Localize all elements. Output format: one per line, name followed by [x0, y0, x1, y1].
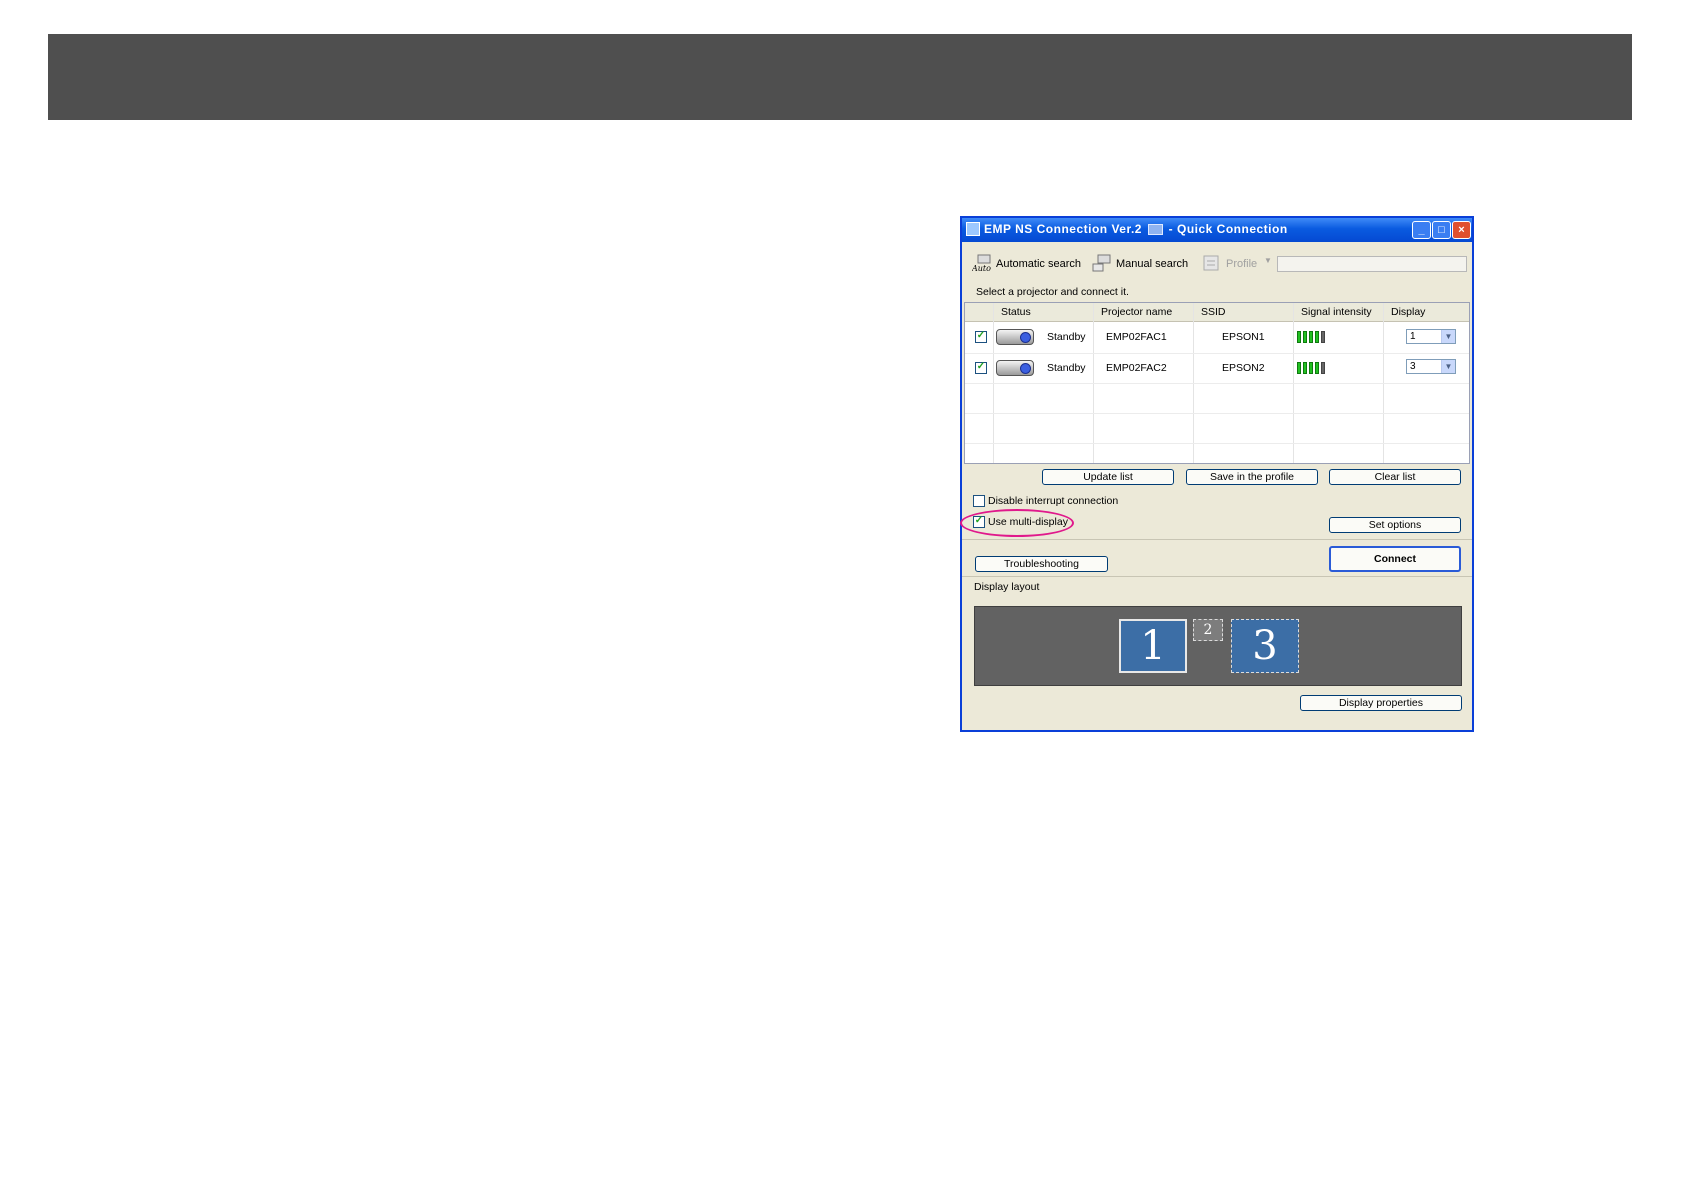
display-select[interactable]: 3 ▼: [1406, 359, 1456, 374]
display-2-tile[interactable]: 2: [1193, 619, 1223, 641]
troubleshooting-button[interactable]: Troubleshooting: [975, 556, 1108, 572]
display-3-tile[interactable]: 3: [1231, 619, 1299, 673]
window-title: EMP NS Connection Ver.2 - Quick Connecti…: [984, 222, 1288, 236]
signal-bar: [1303, 331, 1307, 343]
window-title-app: EMP NS Connection Ver.2: [984, 222, 1142, 236]
row-projector-name: EMP02FAC2: [1106, 362, 1167, 374]
projector-icon: [996, 360, 1034, 376]
display-select-value: 3: [1410, 361, 1416, 372]
row-divider: [965, 443, 1469, 444]
profile-path-field: [1277, 256, 1467, 272]
signal-bar: [1309, 362, 1313, 374]
column-status[interactable]: Status: [1001, 306, 1031, 318]
section-divider: [962, 576, 1472, 577]
automatic-search-button[interactable]: Automatic search: [996, 258, 1081, 278]
disable-interrupt-label[interactable]: Disable interrupt connection: [988, 495, 1118, 507]
close-button[interactable]: ×: [1452, 221, 1471, 239]
signal-bar: [1315, 362, 1319, 374]
display-properties-button[interactable]: Display properties: [1300, 695, 1462, 711]
callout-highlight: [960, 509, 1074, 537]
chevron-down-icon[interactable]: ▼: [1441, 360, 1455, 373]
app-icon: [966, 222, 980, 236]
row-divider: [965, 383, 1469, 384]
projector-list-header: Status Projector name SSID Signal intens…: [965, 303, 1469, 322]
flag-icon: [1147, 224, 1163, 236]
section-divider: [962, 539, 1472, 540]
window-titlebar[interactable]: EMP NS Connection Ver.2 - Quick Connecti…: [962, 218, 1472, 242]
row-checkbox[interactable]: ✓: [975, 330, 987, 343]
profile-button: Profile: [1226, 258, 1258, 270]
display-layout-area[interactable]: 1 2 3: [974, 606, 1462, 686]
instruction-text: Select a projector and connect it.: [976, 286, 1129, 298]
page-header-banner: [48, 34, 1632, 120]
signal-bar: [1309, 331, 1313, 343]
column-ssid[interactable]: SSID: [1201, 306, 1226, 318]
signal-bar: [1297, 362, 1301, 374]
display-select-value: 1: [1410, 331, 1416, 342]
quick-connection-window: EMP NS Connection Ver.2 - Quick Connecti…: [960, 216, 1474, 732]
row-divider: [965, 413, 1469, 414]
projector-list: Status Projector name SSID Signal intens…: [964, 302, 1470, 464]
set-options-button[interactable]: Set options: [1329, 517, 1461, 533]
profile-icon: [1203, 255, 1219, 271]
display-layout-label: Display layout: [974, 581, 1040, 593]
update-list-button[interactable]: Update list: [1042, 469, 1174, 485]
row-checkbox[interactable]: ✓: [975, 361, 987, 374]
row-projector-name: EMP02FAC1: [1106, 331, 1167, 343]
check-icon: ✓: [976, 330, 986, 341]
row-status: Standby: [1047, 362, 1086, 374]
chevron-down-icon[interactable]: ▼: [1441, 330, 1455, 343]
maximize-button[interactable]: □: [1432, 221, 1451, 239]
disable-interrupt-checkbox[interactable]: [973, 495, 985, 507]
signal-bar: [1321, 331, 1325, 343]
row-ssid: EPSON2: [1222, 362, 1265, 374]
window-title-mode: - Quick Connection: [1168, 222, 1288, 236]
minimize-button[interactable]: _: [1412, 221, 1431, 239]
check-icon: ✓: [976, 361, 986, 372]
signal-bar: [1297, 331, 1301, 343]
column-display[interactable]: Display: [1391, 306, 1425, 318]
projector-icon: [996, 329, 1034, 345]
signal-bar: [1303, 362, 1307, 374]
column-projector-name[interactable]: Projector name: [1101, 306, 1172, 318]
clear-list-button[interactable]: Clear list: [1329, 469, 1461, 485]
auto-icon-text: Auto: [972, 264, 991, 272]
row-status: Standby: [1047, 331, 1086, 343]
save-in-profile-button[interactable]: Save in the profile: [1186, 469, 1318, 485]
connect-button[interactable]: Connect: [1329, 546, 1461, 572]
signal-bar: [1321, 362, 1325, 374]
display-1-tile[interactable]: 1: [1119, 619, 1187, 673]
manual-search-icon[interactable]: [1092, 254, 1112, 272]
row-ssid: EPSON1: [1222, 331, 1265, 343]
column-signal-intensity[interactable]: Signal intensity: [1301, 306, 1372, 318]
signal-bar: [1315, 331, 1319, 343]
auto-search-icon[interactable]: Auto: [972, 254, 992, 272]
display-select[interactable]: 1 ▼: [1406, 329, 1456, 344]
row-divider: [965, 353, 1469, 354]
manual-search-button[interactable]: Manual search: [1116, 258, 1188, 278]
profile-dropdown-arrow-icon: ▼: [1264, 256, 1272, 265]
